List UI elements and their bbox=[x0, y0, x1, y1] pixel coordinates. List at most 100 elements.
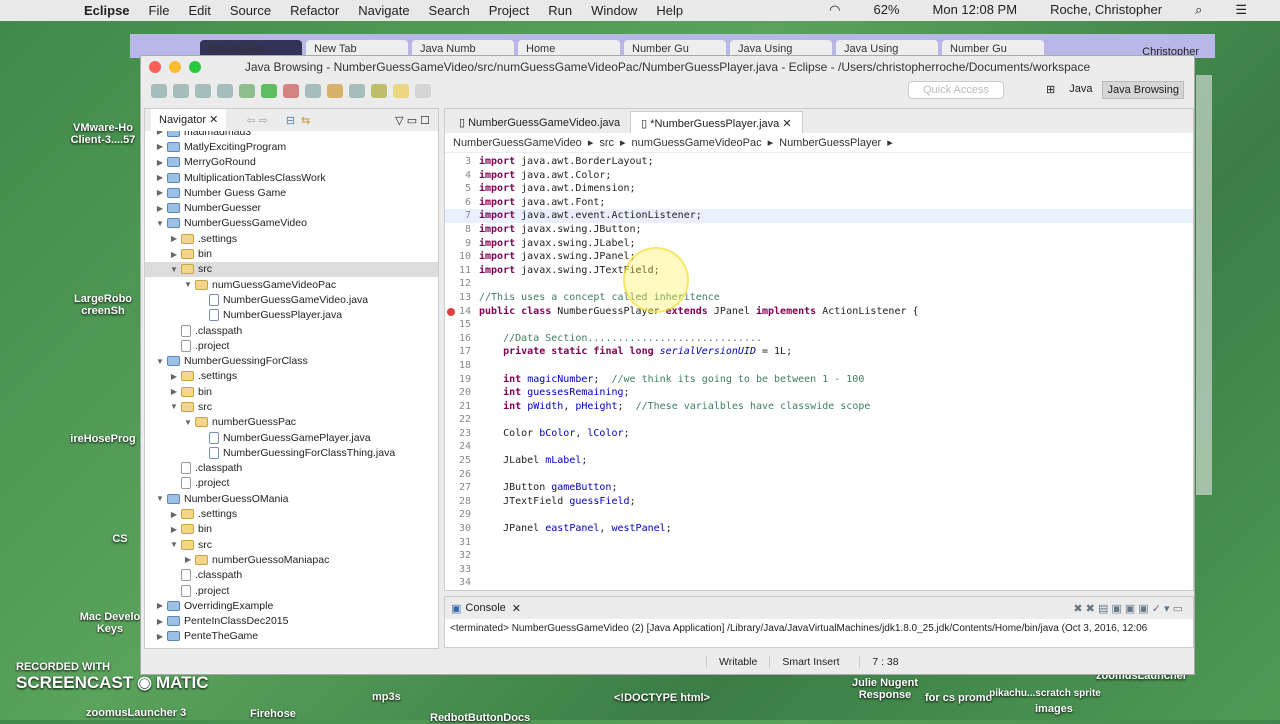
desktop-item[interactable]: mp3s bbox=[372, 691, 401, 703]
back-icon[interactable] bbox=[393, 84, 409, 98]
breadcrumb-item[interactable]: NumberGuessPlayer bbox=[779, 137, 881, 149]
close-icon[interactable]: ✕ bbox=[209, 114, 218, 126]
tree-item[interactable]: ▼ NumberGuessGameVideo bbox=[145, 216, 438, 231]
desktop-item[interactable]: Mac Develo Keys bbox=[70, 611, 150, 635]
tree-item[interactable]: NumberGuessingForClassThing.java bbox=[145, 445, 438, 460]
expand-toggle-icon[interactable]: ▼ bbox=[155, 494, 165, 503]
tree-item[interactable]: ▼ src bbox=[145, 537, 438, 552]
tree-item[interactable]: ▶ PenteInClassDec2015 bbox=[145, 614, 438, 629]
code-line[interactable]: 19 int magicNumber; //we think its going… bbox=[445, 373, 1193, 387]
menu-run[interactable]: Run bbox=[548, 3, 572, 18]
expand-toggle-icon[interactable]: ▶ bbox=[155, 601, 165, 610]
tree-item[interactable]: ▶ .settings bbox=[145, 369, 438, 384]
tree-item[interactable]: .project bbox=[145, 338, 438, 353]
tree-item[interactable]: ▼ src bbox=[145, 399, 438, 414]
desktop-item[interactable]: images bbox=[1035, 703, 1073, 715]
run-icon[interactable] bbox=[261, 84, 277, 98]
code-line[interactable]: 32 bbox=[445, 549, 1193, 563]
expand-toggle-icon[interactable]: ▶ bbox=[183, 555, 193, 564]
desktop-item[interactable]: LargeRobo creenSh bbox=[58, 293, 148, 317]
tree-item[interactable]: ▶ PenteTheGame bbox=[145, 629, 438, 644]
code-line[interactable]: 8 import javax.swing.JButton; bbox=[445, 223, 1193, 237]
code-line[interactable]: 14 public class NumberGuessPlayer extends… bbox=[445, 305, 1193, 319]
tree-item[interactable]: ▶ bin bbox=[145, 384, 438, 399]
close-icon[interactable]: ✕ bbox=[512, 602, 521, 615]
tree-item[interactable]: ▼ src bbox=[145, 261, 438, 277]
menu-app-name[interactable]: Eclipse bbox=[84, 3, 130, 18]
link-with-editor-icon[interactable]: ⇆ bbox=[301, 114, 310, 127]
close-window-button[interactable] bbox=[149, 61, 161, 73]
breadcrumb-item[interactable]: numGuessGameVideoPac bbox=[632, 137, 762, 149]
console-tab[interactable]: Console bbox=[465, 602, 505, 614]
expand-toggle-icon[interactable]: ▶ bbox=[169, 234, 179, 243]
notification-center-icon[interactable]: ☰ bbox=[1235, 2, 1247, 18]
tree-item[interactable]: ▼ NumberGuessOMania bbox=[145, 491, 438, 506]
expand-toggle-icon[interactable]: ▼ bbox=[155, 219, 165, 228]
collapse-all-icon[interactable]: ⊟ bbox=[286, 114, 295, 127]
tree-item[interactable]: NumberGuessPlayer.java bbox=[145, 308, 438, 323]
external-tools-icon[interactable] bbox=[283, 84, 299, 98]
error-marker-icon[interactable] bbox=[447, 307, 455, 316]
code-line[interactable]: 6 import java.awt.Font; bbox=[445, 196, 1193, 210]
expand-toggle-icon[interactable]: ▶ bbox=[169, 387, 179, 396]
breadcrumb-item[interactable]: NumberGuessGameVideo bbox=[453, 137, 582, 149]
expand-toggle-icon[interactable]: ▼ bbox=[155, 357, 165, 366]
code-line[interactable]: 18 bbox=[445, 359, 1193, 373]
code-line[interactable]: 13//This uses a concept called inheriten… bbox=[445, 291, 1193, 305]
code-line[interactable]: 7 import java.awt.event.ActionListener; bbox=[445, 209, 1193, 223]
tree-item[interactable]: ▶ OverridingExample bbox=[145, 598, 438, 613]
tree-item[interactable]: ▶ numberGuessoManiapac bbox=[145, 552, 438, 567]
desktop-item[interactable]: Firehose bbox=[250, 708, 296, 720]
editor-tab[interactable]: ▯ NumberGuessGameVideo.java bbox=[449, 111, 630, 133]
open-perspective-icon[interactable]: ⊞ bbox=[1042, 81, 1059, 99]
search-icon[interactable] bbox=[349, 84, 365, 98]
expand-toggle-icon[interactable]: ▼ bbox=[183, 418, 193, 427]
code-line[interactable]: 21 int pWidth, pHeight; //These varialbl… bbox=[445, 400, 1193, 414]
navigator-tab[interactable]: Navigator ✕ bbox=[151, 109, 227, 131]
menu-edit[interactable]: Edit bbox=[188, 3, 210, 18]
expand-toggle-icon[interactable]: ▶ bbox=[169, 525, 179, 534]
tree-item[interactable]: ▶ MerryGoRound bbox=[145, 155, 438, 170]
code-line[interactable]: 26 bbox=[445, 468, 1193, 482]
tree-item[interactable]: .project bbox=[145, 583, 438, 598]
code-line[interactable]: 30 JPanel eastPanel, westPanel; bbox=[445, 522, 1193, 536]
desktop-item[interactable]: RedbotButtonDocs bbox=[430, 712, 530, 724]
menu-window[interactable]: Window bbox=[591, 3, 637, 18]
tree-item[interactable]: ▼ NumberGuessingForClass bbox=[145, 353, 438, 368]
debug-icon[interactable] bbox=[239, 84, 255, 98]
zoom-window-button[interactable] bbox=[189, 61, 201, 73]
console-toolbar-icons[interactable]: ✖ ✖ ▤ ▣ ▣ ▣ ✓ ▾ ▭ bbox=[1073, 602, 1183, 615]
desktop-item[interactable]: <!DOCTYPE html> bbox=[614, 692, 710, 704]
expand-toggle-icon[interactable]: ▶ bbox=[155, 188, 165, 197]
open-type-icon[interactable] bbox=[327, 84, 343, 98]
tree-item[interactable]: ▶ NumberGuesser bbox=[145, 200, 438, 215]
code-line[interactable]: 29 bbox=[445, 508, 1193, 522]
tree-item[interactable]: ▶ MatlyExcitingProgram bbox=[145, 139, 438, 154]
tree-item[interactable]: ▶ MultiplicationTablesClassWork bbox=[145, 170, 438, 185]
desktop-item[interactable]: Julie Nugent Response bbox=[850, 677, 920, 701]
code-line[interactable]: 33 bbox=[445, 563, 1193, 577]
expand-toggle-icon[interactable]: ▶ bbox=[155, 204, 165, 213]
perspective-java[interactable]: Java bbox=[1065, 81, 1096, 99]
editor-tab-active[interactable]: ▯ *NumberGuessPlayer.java ✕ bbox=[630, 111, 803, 133]
perspective-java-browsing[interactable]: Java Browsing bbox=[1102, 81, 1184, 99]
annotation-icon[interactable] bbox=[371, 84, 387, 98]
desktop-item[interactable]: ireHoseProg bbox=[58, 433, 148, 445]
code-line[interactable]: 23 Color bColor, lColor; bbox=[445, 427, 1193, 441]
desktop-item[interactable]: CS bbox=[100, 533, 140, 545]
forward-icon[interactable] bbox=[415, 84, 431, 98]
expand-toggle-icon[interactable]: ▶ bbox=[155, 632, 165, 641]
desktop-item[interactable]: for cs promo bbox=[925, 692, 992, 704]
user-name[interactable]: Roche, Christopher bbox=[1050, 2, 1162, 18]
code-line[interactable]: 27 JButton gameButton; bbox=[445, 481, 1193, 495]
view-menu-icons[interactable]: ▽ ▭ ☐ bbox=[395, 114, 430, 127]
menu-navigate[interactable]: Navigate bbox=[358, 3, 409, 18]
code-line[interactable]: 9 import javax.swing.JLabel; bbox=[445, 237, 1193, 251]
code-line[interactable]: 34 bbox=[445, 576, 1193, 590]
expand-toggle-icon[interactable]: ▼ bbox=[169, 265, 179, 274]
code-line[interactable]: 24 bbox=[445, 440, 1193, 454]
expand-toggle-icon[interactable]: ▶ bbox=[155, 158, 165, 167]
tree-item[interactable]: .classpath bbox=[145, 568, 438, 583]
wifi-icon[interactable]: ◠ bbox=[829, 2, 840, 18]
code-line[interactable]: 22 bbox=[445, 413, 1193, 427]
